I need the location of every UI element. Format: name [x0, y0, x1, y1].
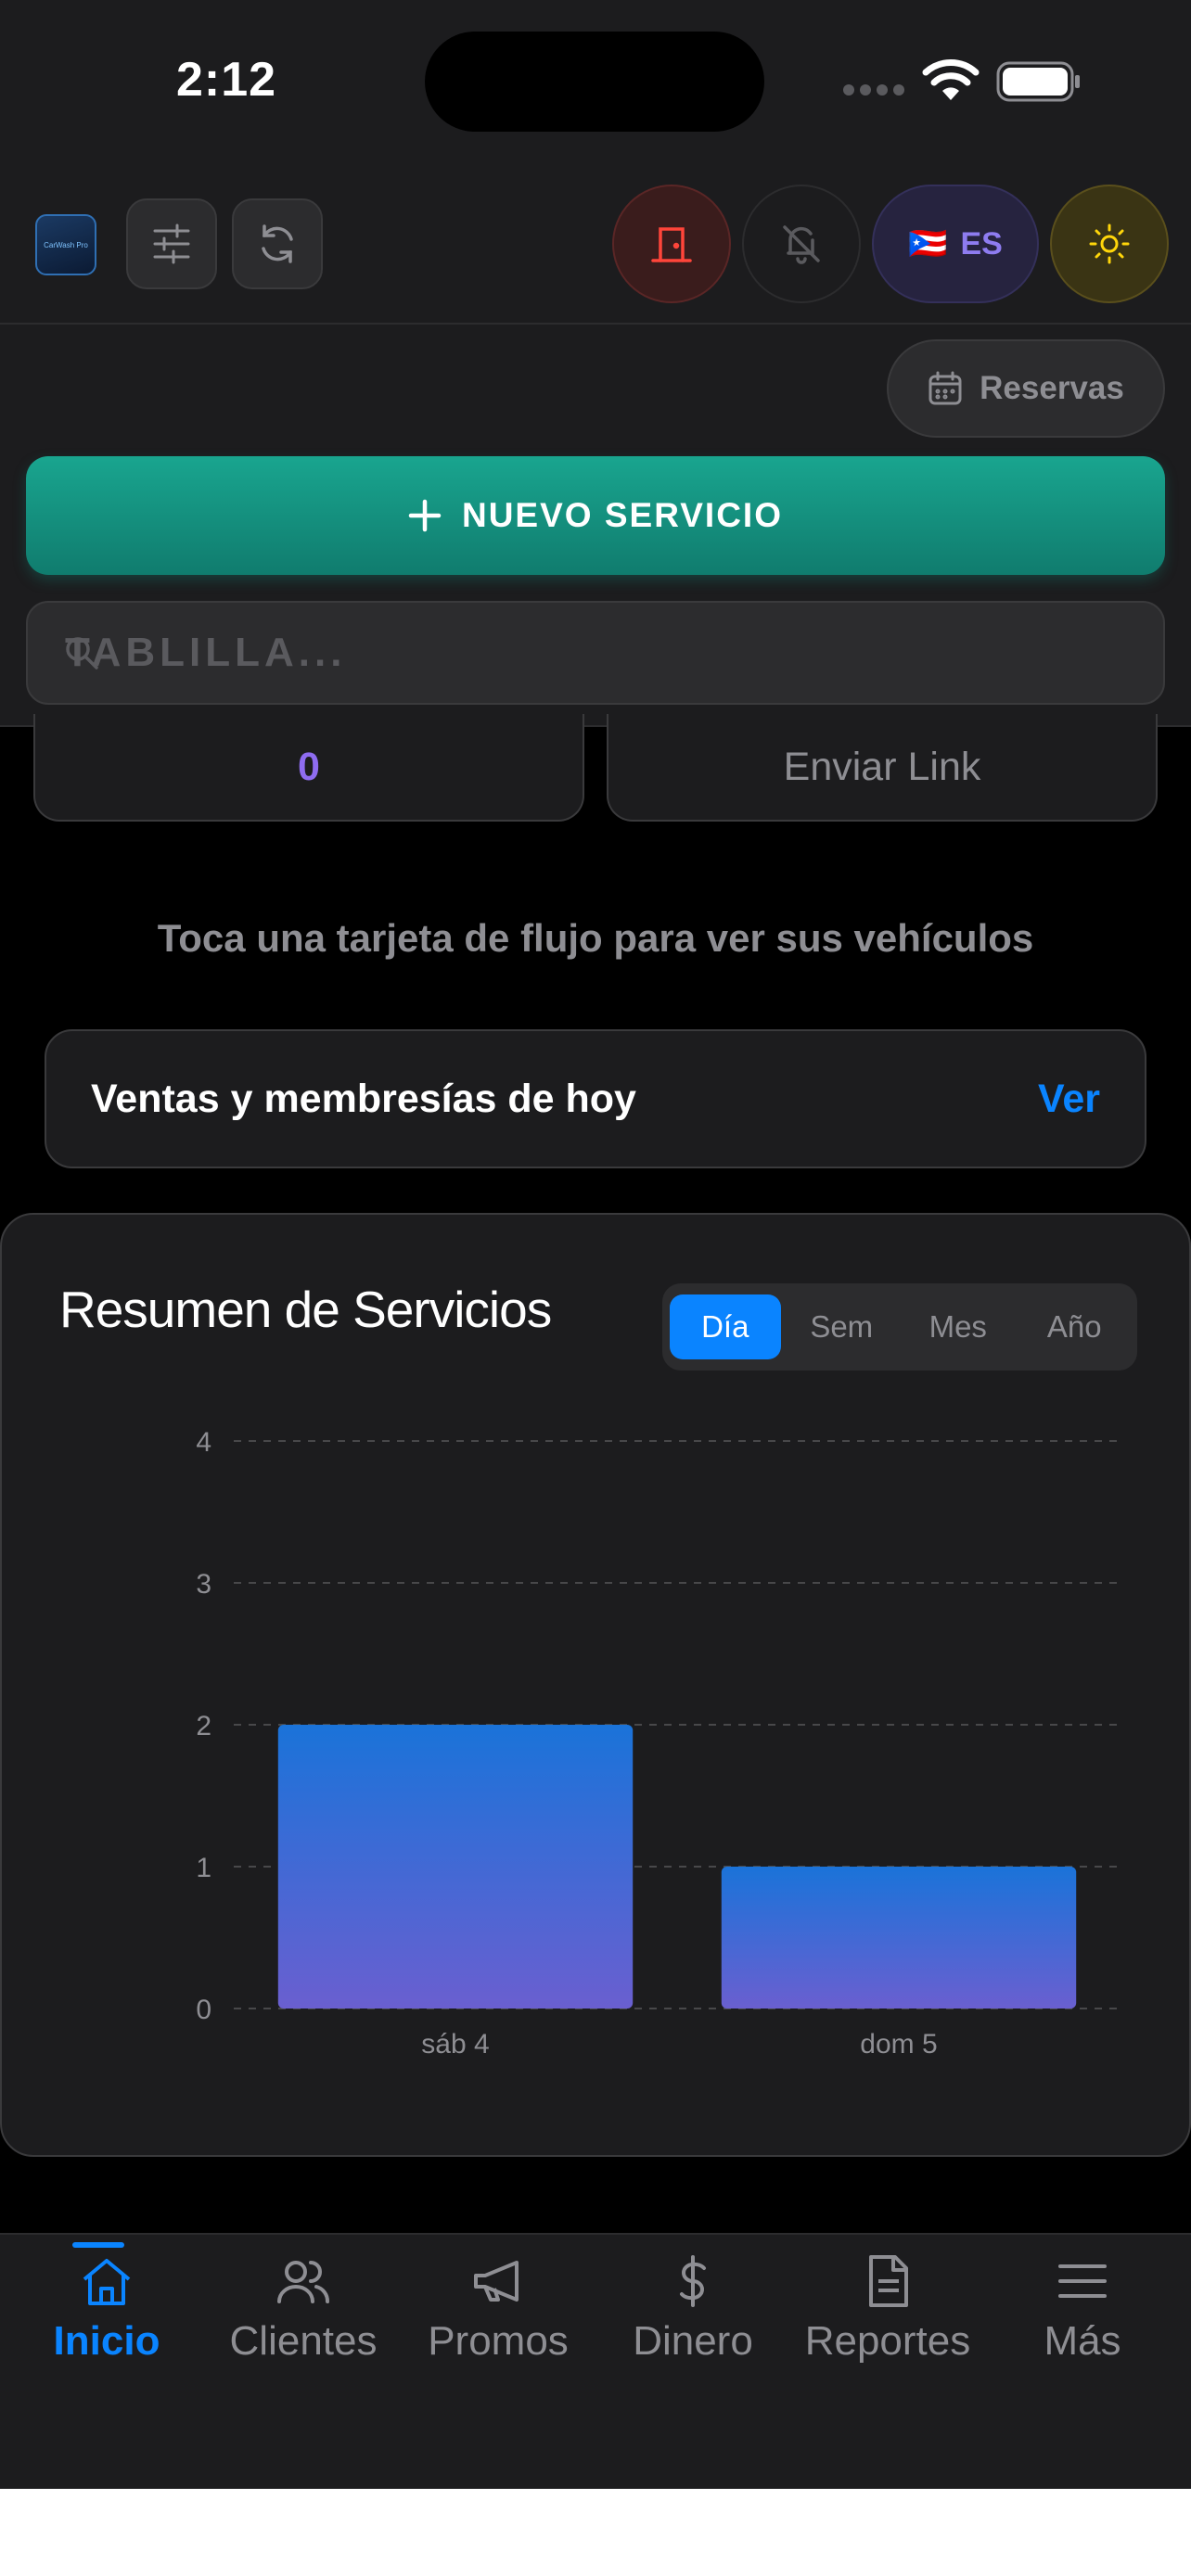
nuevo-servicio-label: NUEVO SERVICIO [461, 496, 783, 534]
document-icon [869, 2255, 908, 2307]
tab-promos[interactable]: Promos [401, 2235, 596, 2420]
flow-card-count[interactable]: 0 [33, 714, 584, 822]
bar-0[interactable] [277, 1725, 634, 2009]
app-header: CarWash Pro 🇵🇷 ES [0, 162, 1191, 325]
ventas-title: Ventas y membresías de hoy [91, 1076, 636, 1121]
status-time: 2:12 [176, 53, 277, 107]
tab-label: Reportes [804, 2318, 971, 2364]
home-icon [83, 2259, 131, 2305]
refresh-button[interactable] [232, 198, 323, 289]
x-tick-label: dom 5 [860, 2029, 937, 2060]
period-segmented-control: Día Sem Mes Año [662, 1283, 1137, 1371]
segment-dia[interactable]: Día [670, 1294, 781, 1359]
language-label: ES [960, 225, 1003, 261]
home-indicator-area [0, 2489, 1191, 2576]
sliders-icon [153, 223, 190, 264]
tab-label: Dinero [633, 2318, 753, 2364]
y-tick-label: 1 [196, 1853, 211, 1883]
resumen-servicios-card: Resumen de Servicios Día Sem Mes Año 0 1 2… [0, 1213, 1191, 2157]
segment-mes[interactable]: Mes [903, 1294, 1014, 1359]
menu-icon [1058, 2264, 1107, 2298]
filters-button[interactable] [126, 198, 217, 289]
enviar-link-label: Enviar Link [783, 744, 981, 789]
resumen-title: Resumen de Servicios [59, 1281, 552, 1338]
sun-icon [1089, 223, 1130, 264]
logo-text: CarWash Pro [44, 240, 88, 249]
services-bar-chart: 0 1 2 3 4 sáb 4 dom 5 [196, 1427, 1121, 2060]
plus-icon [408, 499, 442, 532]
tab-label: Clientes [229, 2318, 378, 2364]
plate-icon [66, 637, 98, 670]
logout-button[interactable] [612, 185, 731, 303]
action-toolbar: Reservas NUEVO SERVICIO [0, 325, 1191, 727]
calendar-icon [928, 371, 962, 405]
language-selector[interactable]: 🇵🇷 ES [872, 185, 1039, 303]
tab-mas[interactable]: Más [985, 2235, 1180, 2420]
cellular-signal-icon [843, 84, 904, 96]
segment-sem[interactable]: Sem [787, 1294, 898, 1359]
plate-search-input[interactable] [28, 603, 1163, 703]
theme-toggle-button[interactable] [1050, 185, 1169, 303]
tab-clientes[interactable]: Clientes [206, 2235, 401, 2420]
dollar-icon [680, 2255, 706, 2307]
door-icon [651, 227, 692, 262]
status-bar: 2:12 [0, 0, 1191, 162]
megaphone-icon [474, 2261, 519, 2302]
flow-hint-text: Toca una tarjeta de flujo para ver sus v… [157, 916, 1034, 960]
bar-1[interactable] [721, 1867, 1077, 2009]
y-tick-label: 0 [196, 1995, 211, 2025]
flag-icon: 🇵🇷 [908, 226, 948, 261]
tab-inicio[interactable]: Inicio [9, 2235, 204, 2420]
battery-icon [996, 61, 1080, 102]
tab-label: Promos [428, 2318, 569, 2364]
reservas-button[interactable]: Reservas [887, 339, 1165, 438]
y-tick-label: 3 [196, 1569, 211, 1600]
flow-card-enviar-link[interactable]: Enviar Link [607, 714, 1158, 822]
y-tick-label: 2 [196, 1711, 211, 1741]
app-logo: CarWash Pro [35, 214, 96, 275]
reservas-label: Reservas [980, 370, 1124, 406]
ventas-ver-link[interactable]: Ver [1038, 1077, 1100, 1122]
wifi-icon [922, 59, 980, 100]
segment-ano[interactable]: Año [1019, 1294, 1131, 1359]
tab-dinero[interactable]: Dinero [596, 2235, 790, 2420]
tab-label: Inicio [53, 2318, 160, 2364]
plate-search-field[interactable] [26, 601, 1165, 705]
refresh-icon [262, 224, 293, 263]
tab-reportes[interactable]: Reportes [790, 2235, 985, 2420]
nuevo-servicio-button[interactable]: NUEVO SERVICIO [26, 456, 1165, 575]
dynamic-island [425, 32, 764, 132]
users-icon [277, 2261, 329, 2303]
y-tick-label: 4 [196, 1427, 211, 1458]
tab-label: Más [1044, 2318, 1121, 2364]
x-tick-label: sáb 4 [421, 2029, 489, 2060]
notifications-off-button[interactable] [742, 185, 861, 303]
bottom-tab-bar: Inicio Clientes Promos Dinero Reportes M… [0, 2233, 1191, 2489]
ventas-card[interactable]: Ventas y membresías de hoy Ver [45, 1029, 1146, 1168]
flow-card-value: 0 [298, 744, 320, 789]
bell-off-icon [783, 225, 820, 264]
